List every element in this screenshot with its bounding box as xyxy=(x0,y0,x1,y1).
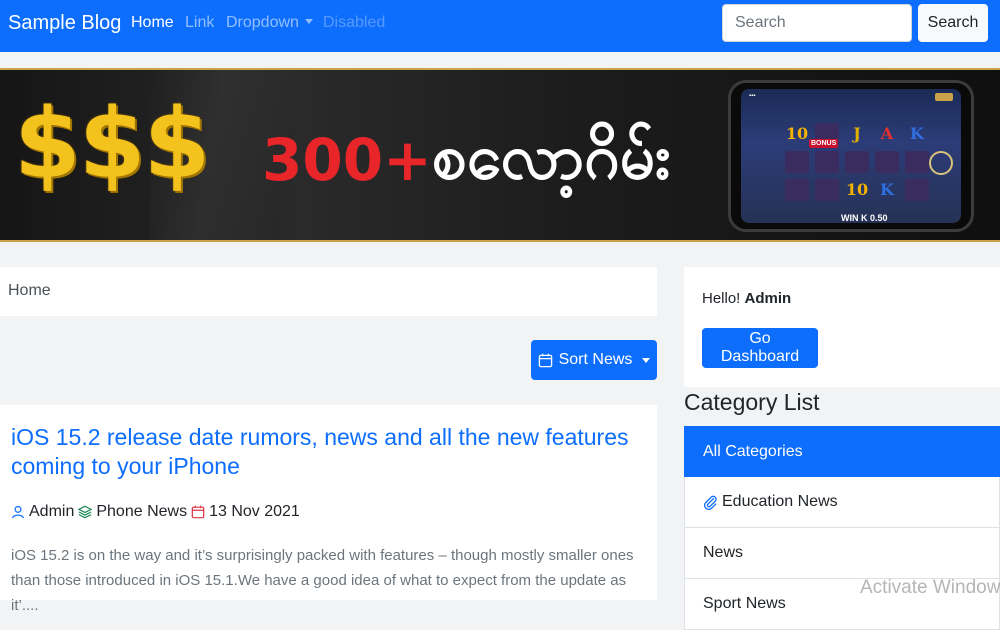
phone-status-text: ▪▪▪ xyxy=(749,93,756,99)
date-meta: 13 Nov 2021 xyxy=(191,503,300,521)
reel-symbol: J xyxy=(853,124,861,143)
category-item-education[interactable]: Education News xyxy=(684,477,1000,528)
article-date: 13 Nov 2021 xyxy=(209,503,300,520)
dollar-signs: $$$ xyxy=(14,88,210,200)
category-label: Sport News xyxy=(703,595,786,612)
reel-symbol: A xyxy=(880,124,894,143)
banner-count: 300+ xyxy=(262,126,432,194)
article-author[interactable]: Admin xyxy=(29,503,74,521)
category-list: All Categories Education News News Sport… xyxy=(684,426,1000,630)
reel-symbol: 10 xyxy=(845,180,869,199)
category-label: All Categories xyxy=(703,442,803,460)
banner-ad[interactable]: $$$ 300+ စလော့ဂိမ်း ▪▪▪ 10 J A K 10 K BO… xyxy=(0,68,1000,242)
breadcrumb-home[interactable]: Home xyxy=(8,282,51,300)
reel-symbol xyxy=(905,151,929,173)
bonus-badge: BONUS xyxy=(809,139,839,148)
paperclip-icon xyxy=(703,495,717,510)
chevron-down-icon xyxy=(642,357,651,363)
phone-mockup: ▪▪▪ 10 J A K 10 K BONUS WIN K 0.50 xyxy=(728,80,974,232)
search-button[interactable]: Search xyxy=(918,4,988,42)
reel-symbol: K xyxy=(880,180,894,199)
reel-symbol xyxy=(815,179,839,201)
nav-link-disabled: Disabled xyxy=(323,14,386,31)
article-category[interactable]: Phone News xyxy=(96,503,187,521)
category-item-all[interactable]: All Categories xyxy=(684,426,1000,477)
category-label: Education News xyxy=(722,493,838,510)
reel-symbol: K xyxy=(910,124,924,143)
reel-symbol xyxy=(845,151,869,173)
chevron-down-icon xyxy=(304,19,313,24)
category-label: News xyxy=(703,544,744,561)
nav-link-home[interactable]: Home xyxy=(131,14,174,32)
author-meta: Admin xyxy=(11,503,74,521)
user-card: Hello! Admin Go Dashboard xyxy=(684,267,1000,387)
navbar: Sample Blog Home Link Dropdown Disabled … xyxy=(0,0,1000,52)
reel-symbol xyxy=(785,151,809,173)
category-meta: Phone News xyxy=(78,503,187,521)
breadcrumb: Home xyxy=(0,267,657,316)
article-card: iOS 15.2 release date rumors, news and a… xyxy=(0,405,657,614)
article-excerpt: iOS 15.2 is on the way and it’s surprisi… xyxy=(11,547,634,614)
slot-reel-grid: 10 J A K 10 K xyxy=(785,123,935,211)
category-item-news[interactable]: News xyxy=(684,528,1000,579)
nav-link-link[interactable]: Link xyxy=(185,14,214,32)
nav-link-dropdown[interactable]: Dropdown xyxy=(226,14,313,32)
layers-icon xyxy=(78,505,93,519)
greeting-prefix: Hello! xyxy=(702,290,745,307)
article-meta: Admin Phone News 13 Nov 2021 xyxy=(11,503,304,521)
spin-button-icon xyxy=(929,151,953,175)
nav-dropdown-label: Dropdown xyxy=(226,14,299,31)
reel-symbol: 10 xyxy=(785,124,809,143)
slot-game-screen: ▪▪▪ 10 J A K 10 K BONUS WIN K 0.50 xyxy=(741,89,961,223)
banner-headline: စလော့ဂိမ်း xyxy=(432,120,671,193)
article-title[interactable]: iOS 15.2 release date rumors, news and a… xyxy=(11,423,631,481)
category-list-heading: Category List xyxy=(684,389,820,415)
sort-news-button[interactable]: Sort News xyxy=(531,340,657,380)
reel-symbol xyxy=(815,151,839,173)
go-dashboard-button[interactable]: Go Dashboard xyxy=(702,328,818,368)
calendar-icon xyxy=(191,505,205,519)
user-icon xyxy=(12,505,24,519)
reel-symbol xyxy=(785,179,809,201)
reel-symbol xyxy=(905,179,929,201)
search-input[interactable] xyxy=(722,4,912,42)
balance-badge xyxy=(935,93,953,101)
activate-windows-watermark: Activate Windows xyxy=(860,577,1000,598)
sort-news-label: Sort News xyxy=(558,351,633,368)
greeting-name: Admin xyxy=(744,290,792,307)
greeting: Hello! Admin xyxy=(702,290,791,307)
reel-symbol xyxy=(875,151,899,173)
calendar-icon xyxy=(538,353,552,367)
brand-logo[interactable]: Sample Blog xyxy=(8,12,121,35)
win-amount: WIN K 0.50 xyxy=(841,213,888,223)
